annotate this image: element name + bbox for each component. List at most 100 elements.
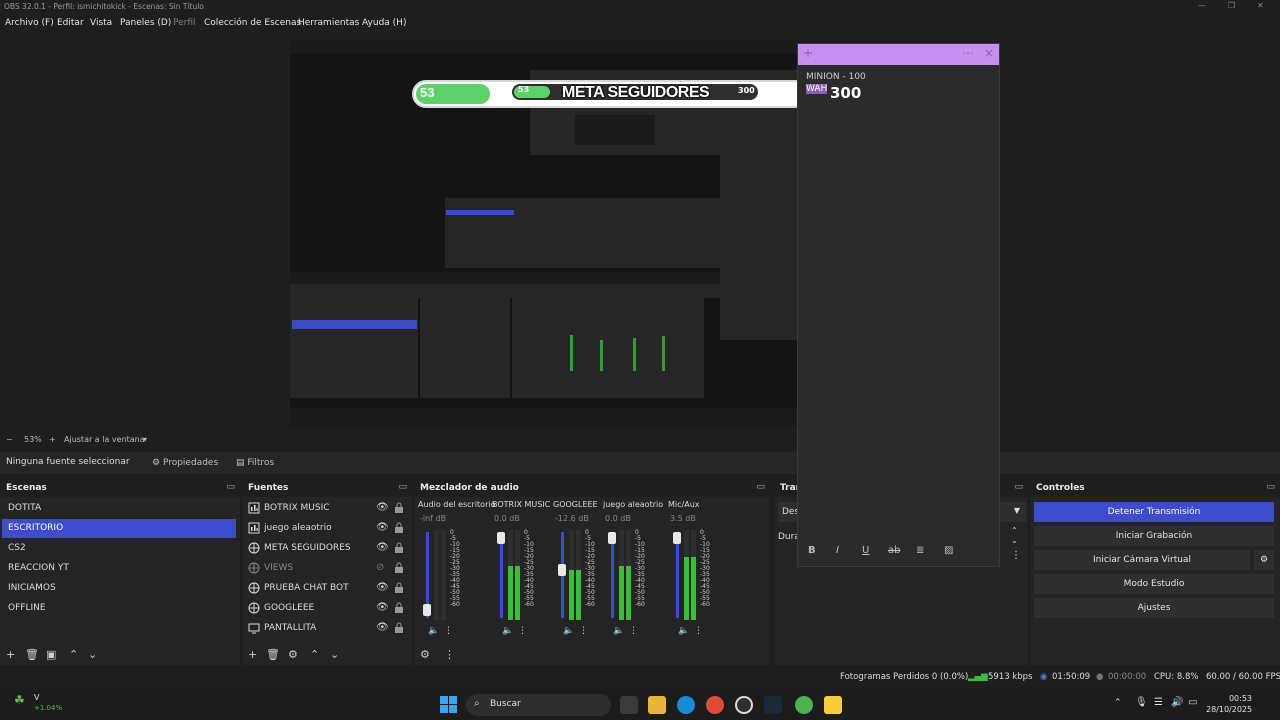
lock-icon[interactable] bbox=[394, 582, 404, 594]
maximize-button[interactable]: ❐ bbox=[1228, 1, 1235, 10]
volume-slider-knob[interactable] bbox=[608, 532, 616, 544]
add-source-button[interactable]: + bbox=[248, 648, 257, 661]
note-text-line-1[interactable]: MINION - 100 bbox=[806, 72, 866, 82]
scene-item-dotita[interactable]: DOTITA bbox=[2, 499, 236, 518]
menu-vista[interactable]: Vista bbox=[90, 18, 112, 28]
more-options-icon[interactable]: ⋮ bbox=[629, 626, 638, 636]
eye-icon[interactable]: 👁 bbox=[376, 622, 389, 633]
eye-icon[interactable]: 👁 bbox=[376, 582, 389, 593]
gear-icon[interactable]: ⚙ bbox=[1254, 550, 1274, 570]
stop-streaming-button[interactable]: Detener Transmisión bbox=[1034, 502, 1274, 522]
volume-icon[interactable]: 🔊 bbox=[1171, 697, 1183, 708]
undock-icon[interactable]: ▭ bbox=[1266, 482, 1275, 492]
volume-slider-track[interactable] bbox=[500, 532, 503, 618]
file-explorer-icon[interactable] bbox=[648, 696, 666, 714]
zoom-in-button[interactable]: + bbox=[49, 435, 56, 444]
more-options-icon[interactable]: ⋮ bbox=[444, 626, 453, 636]
close-icon[interactable]: × bbox=[984, 46, 994, 60]
source-item-pantallita[interactable]: PANTALLITA 👁 bbox=[246, 619, 410, 638]
settings-button[interactable]: Ajustes bbox=[1034, 598, 1274, 618]
scene-item-reaccion-yt[interactable]: REACCION YT bbox=[2, 559, 236, 578]
eye-icon[interactable]: 👁 bbox=[376, 542, 389, 553]
weather-icon[interactable]: ☘ bbox=[14, 693, 25, 707]
menu-perfil[interactable]: Perfil bbox=[173, 18, 196, 28]
move-down-icon[interactable]: ⌄ bbox=[88, 648, 97, 661]
volume-slider-track[interactable] bbox=[611, 532, 614, 618]
chevron-down-icon[interactable]: ▾ bbox=[143, 435, 147, 444]
note-text-line-2[interactable]: WAH bbox=[806, 84, 828, 94]
image-icon[interactable]: ▨ bbox=[944, 545, 953, 556]
more-options-icon[interactable]: ⋮ bbox=[694, 626, 703, 636]
speaker-icon[interactable]: 🔈 bbox=[502, 626, 513, 636]
speaker-icon[interactable]: 🔈 bbox=[613, 626, 624, 636]
undock-icon[interactable]: ▭ bbox=[756, 482, 765, 492]
move-up-icon[interactable]: ⌃ bbox=[69, 648, 78, 661]
lock-icon[interactable] bbox=[394, 602, 404, 614]
undock-icon[interactable]: ▭ bbox=[226, 482, 235, 492]
more-options-icon[interactable]: ⋮ bbox=[1011, 550, 1021, 561]
menu-dots-icon[interactable]: ⋯ bbox=[962, 46, 974, 60]
close-button[interactable]: ✕ bbox=[1257, 1, 1264, 10]
volume-slider-knob[interactable] bbox=[497, 532, 505, 544]
more-options-icon[interactable]: ⋮ bbox=[444, 648, 455, 661]
menu-editar[interactable]: Editar bbox=[57, 18, 84, 28]
scene-item-escritorio[interactable]: ESCRITORIO bbox=[2, 519, 236, 538]
speaker-icon[interactable]: 🔈 bbox=[428, 626, 439, 636]
list-icon[interactable]: ≣ bbox=[916, 545, 924, 556]
source-item-prueba-chat-bot[interactable]: PRUEBA CHAT BOT 👁 bbox=[246, 579, 410, 598]
volume-slider-track[interactable] bbox=[676, 532, 679, 618]
windows-start-icon[interactable] bbox=[440, 696, 457, 713]
add-scene-button[interactable]: + bbox=[6, 648, 15, 661]
volume-slider-knob[interactable] bbox=[673, 532, 681, 544]
scene-item-offline[interactable]: OFFLINE bbox=[2, 599, 236, 618]
source-item-botrix-music[interactable]: BOTRIX MUSIC 👁 bbox=[246, 499, 410, 518]
minimize-button[interactable]: — bbox=[1198, 1, 1206, 10]
microphone-icon[interactable]: 🎙 bbox=[1135, 697, 1148, 708]
lock-icon[interactable] bbox=[394, 562, 404, 574]
scene-filters-icon[interactable]: ▣ bbox=[46, 648, 56, 661]
volume-slider-knob[interactable] bbox=[558, 564, 566, 576]
strikethrough-icon[interactable]: ab bbox=[888, 545, 900, 556]
source-item-meta-seguidores[interactable]: META SEGUIDORES 👁 bbox=[246, 539, 410, 558]
menu-herramientas[interactable]: Herramientas bbox=[298, 18, 359, 28]
stepper-down-icon[interactable]: ⌄ bbox=[1011, 536, 1018, 545]
task-view-icon[interactable] bbox=[620, 696, 638, 714]
speaker-icon[interactable]: 🔈 bbox=[563, 626, 574, 636]
italic-icon[interactable]: I bbox=[836, 545, 839, 556]
zoom-out-button[interactable]: − bbox=[6, 435, 13, 444]
more-options-icon[interactable]: ⋮ bbox=[518, 626, 527, 636]
properties-button[interactable]: ⚙ Propiedades bbox=[148, 456, 222, 471]
move-down-icon[interactable]: ⌄ bbox=[330, 648, 339, 661]
scene-item-cs2[interactable]: CS2 bbox=[2, 539, 236, 558]
fit-to-window-button[interactable]: Ajustar a la ventana bbox=[64, 435, 145, 444]
source-item-views[interactable]: VIEWS ⊘ bbox=[246, 559, 410, 578]
wifi-icon[interactable]: ☰ bbox=[1154, 697, 1163, 708]
speaker-icon[interactable]: 🔈 bbox=[678, 626, 689, 636]
add-note-icon[interactable]: + bbox=[803, 46, 813, 60]
eye-icon[interactable]: 👁 bbox=[376, 502, 389, 513]
source-item-juego-aleaotrio[interactable]: juego aleaotrio 👁 bbox=[246, 519, 410, 538]
eye-hidden-icon[interactable]: ⊘ bbox=[376, 562, 384, 573]
chrome-icon[interactable] bbox=[706, 696, 724, 714]
lock-icon[interactable] bbox=[394, 522, 404, 534]
studio-mode-button[interactable]: Modo Estudio bbox=[1034, 574, 1274, 594]
menu-archivo[interactable]: Archivo (F) bbox=[5, 18, 54, 28]
start-recording-button[interactable]: Iniciar Grabación bbox=[1034, 526, 1274, 546]
menu-coleccion-escenas[interactable]: Colección de Escenas bbox=[204, 18, 301, 28]
undock-icon[interactable]: ▭ bbox=[1014, 482, 1023, 492]
taskbar-search[interactable]: ⌕ Buscar bbox=[466, 694, 611, 716]
filters-button[interactable]: ▤ Filtros bbox=[232, 456, 278, 471]
steam-icon[interactable] bbox=[764, 696, 782, 714]
sticky-notes-icon[interactable] bbox=[824, 696, 842, 714]
source-item-googleee[interactable]: GOOGLEEE 👁 bbox=[246, 599, 410, 618]
eye-icon[interactable]: 👁 bbox=[376, 602, 389, 613]
chevron-up-icon[interactable]: ⌃ bbox=[1114, 698, 1122, 708]
undock-icon[interactable]: ▭ bbox=[398, 482, 407, 492]
mixer-settings-icon[interactable]: ⚙ bbox=[420, 648, 430, 661]
volume-slider-knob[interactable] bbox=[423, 604, 431, 616]
underline-icon[interactable]: U bbox=[862, 545, 869, 556]
taskbar-clock[interactable]: 00:53 28/10/2025 bbox=[1206, 693, 1252, 715]
lock-icon[interactable] bbox=[394, 622, 404, 634]
chrome-profile-icon[interactable] bbox=[795, 696, 813, 714]
gear-icon[interactable]: ⚙ bbox=[288, 648, 298, 661]
